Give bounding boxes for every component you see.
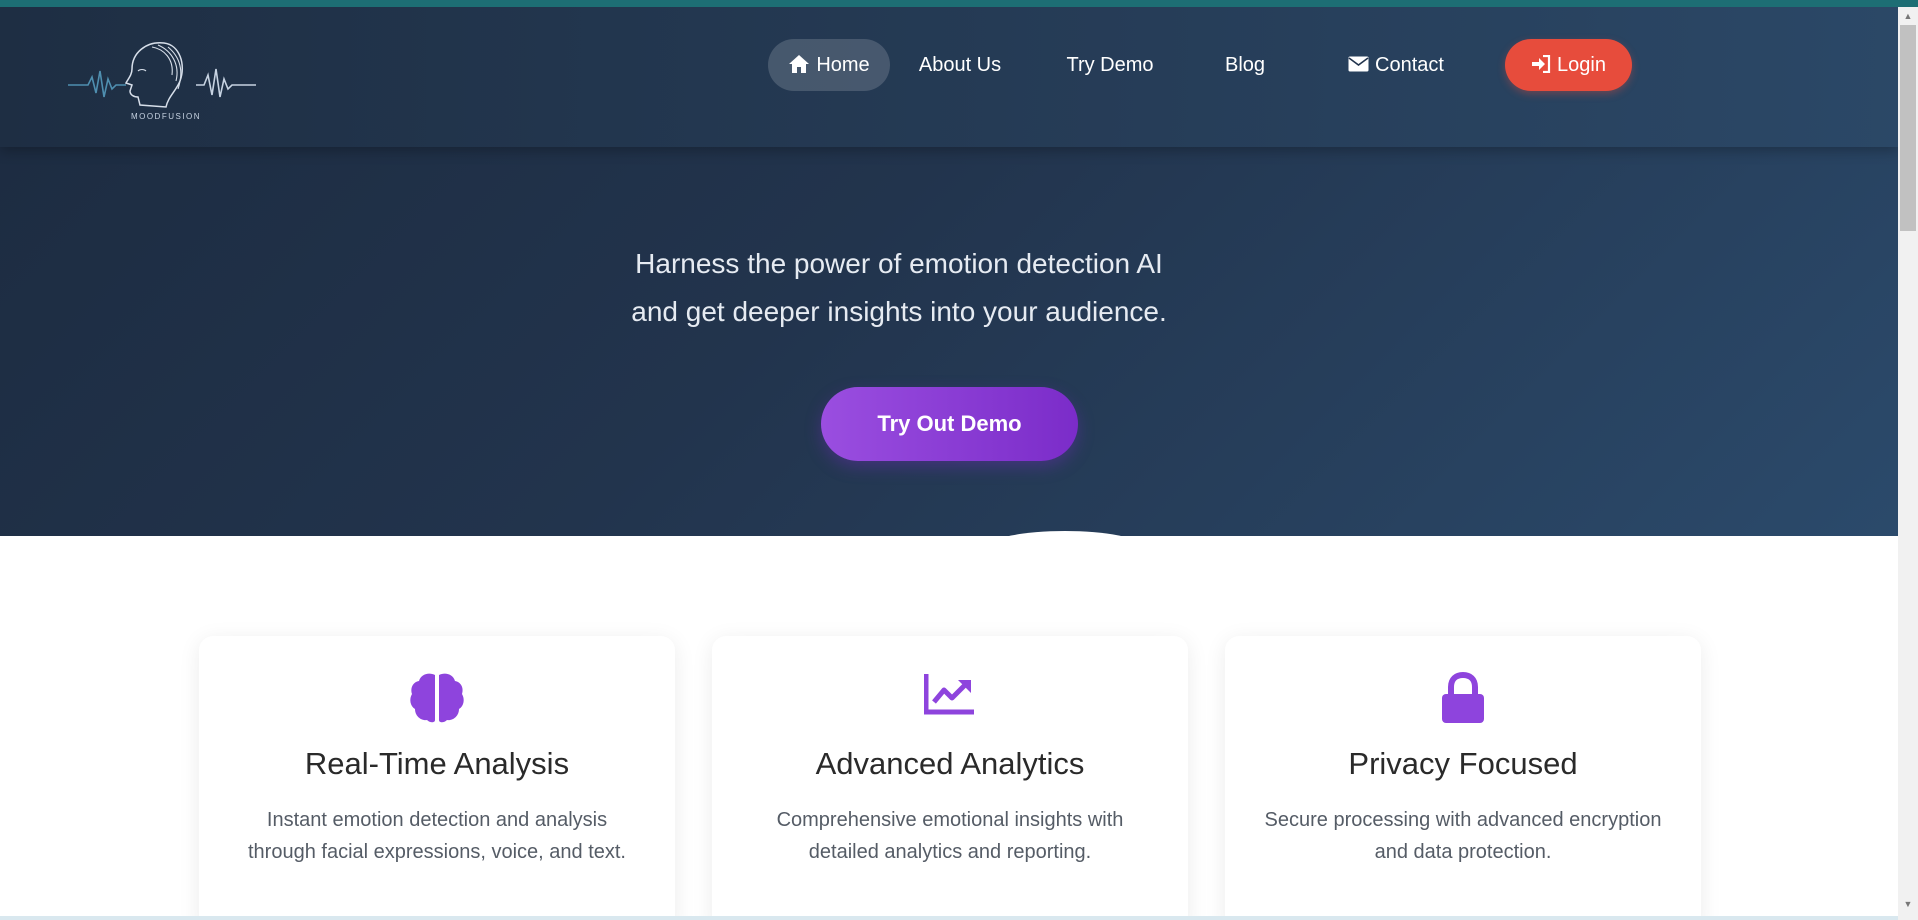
navbar: MOODFUSION Home About Us Try Demo Blog C… bbox=[0, 7, 1898, 147]
lock-icon bbox=[1442, 672, 1484, 723]
feature-description: Comprehensive emotional insights with de… bbox=[776, 809, 1124, 863]
login-button[interactable]: Login bbox=[1505, 39, 1632, 91]
feature-title: Advanced Analytics bbox=[815, 746, 1085, 781]
hero-subtitle: Harness the power of emotion detection A… bbox=[0, 240, 1898, 336]
feature-card-real-time: Real-Time Analysis Instant emotion detec… bbox=[199, 636, 675, 920]
chart-line-icon bbox=[924, 674, 974, 715]
feature-card-privacy: Privacy Focused Secure processing with a… bbox=[1225, 636, 1701, 920]
feature-title: Privacy Focused bbox=[1348, 746, 1578, 781]
feature-card-analytics: Advanced Analytics Comprehensive emotion… bbox=[712, 636, 1188, 920]
nav-home-label: Home bbox=[816, 54, 870, 76]
scrollbar-thumb[interactable] bbox=[1900, 25, 1916, 231]
nav-try-demo[interactable]: Try Demo bbox=[1030, 39, 1190, 91]
sign-in-icon bbox=[1532, 54, 1551, 73]
feature-title: Real-Time Analysis bbox=[304, 746, 570, 781]
envelope-icon bbox=[1348, 56, 1369, 72]
hero-subtitle-line-1: Harness the power of emotion detection A… bbox=[635, 248, 1163, 279]
feature-description: Secure processing with advanced encrypti… bbox=[1264, 809, 1662, 863]
try-out-demo-button[interactable]: Try Out Demo bbox=[821, 387, 1078, 461]
nav-about-us[interactable]: About Us bbox=[890, 39, 1030, 91]
browser-bottom-edge bbox=[0, 916, 1898, 920]
home-icon bbox=[789, 54, 810, 73]
nav-contact-label: Contact bbox=[1375, 54, 1444, 76]
scroll-up-arrow-icon[interactable]: ▲ bbox=[1898, 7, 1918, 25]
brain-icon bbox=[410, 673, 464, 723]
scroll-down-arrow-icon[interactable]: ▼ bbox=[1898, 895, 1918, 913]
browser-top-accent bbox=[0, 0, 1918, 7]
features-section: Real-Time Analysis Instant emotion detec… bbox=[0, 536, 1898, 920]
page-scrollbar[interactable]: ▲ ▼ bbox=[1898, 7, 1918, 920]
nav-blog[interactable]: Blog bbox=[1190, 39, 1300, 91]
feature-description: Instant emotion detection and analysis t… bbox=[248, 809, 626, 863]
hero-subtitle-line-2: and get deeper insights into your audien… bbox=[631, 296, 1167, 327]
nav-home[interactable]: Home bbox=[768, 39, 890, 91]
head-heartbeat-logo-icon bbox=[68, 42, 256, 108]
nav-contact[interactable]: Contact bbox=[1321, 39, 1471, 91]
login-label: Login bbox=[1557, 54, 1606, 76]
brand-logo[interactable]: MOODFUSION bbox=[68, 35, 258, 127]
brand-name: MOODFUSION bbox=[130, 112, 202, 121]
